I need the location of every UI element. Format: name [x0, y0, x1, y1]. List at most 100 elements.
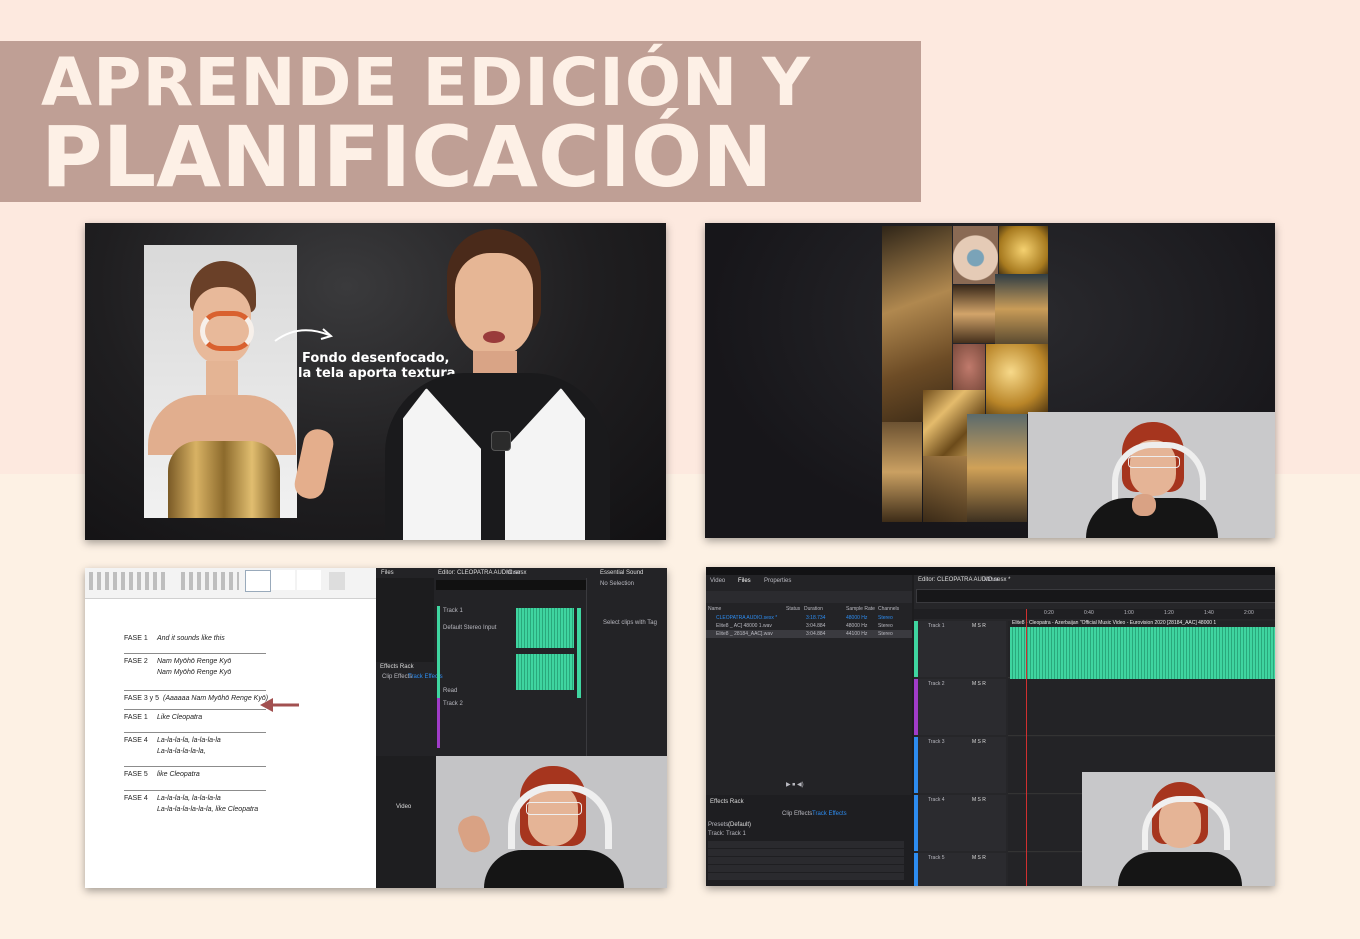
transport-controls[interactable]: ▶ ⏹ ◀) — [786, 781, 826, 789]
font-toolbar[interactable] — [89, 572, 169, 590]
timeline-overview[interactable] — [436, 580, 586, 590]
file-rate: 48000 Hz — [846, 615, 868, 621]
effects-rack-panel[interactable]: Effects Rack Clip Effects Track Effects … — [706, 795, 912, 886]
timeline-overview[interactable] — [916, 589, 1275, 603]
column-header[interactable]: Duration — [804, 606, 823, 612]
track-effects-tab[interactable]: Track Effects — [812, 811, 847, 817]
track-name[interactable]: Track 4 — [928, 797, 944, 803]
track-header[interactable]: Track 5 M S R — [914, 853, 1006, 886]
editing-button[interactable] — [329, 572, 345, 590]
lyric-line: La-la-la-la, la-la-la-la — [157, 737, 221, 744]
contour-mark — [200, 311, 254, 351]
ruler-tick-label: 0:20 — [1044, 610, 1054, 616]
presets-label: Presets: — [708, 822, 731, 828]
document-page[interactable]: FASE 1 And it sounds like this FASE 2 Nam M… — [85, 599, 376, 888]
lyric-phase-label: FASE 1 — [124, 635, 148, 642]
audition-lower-strip[interactable]: Video — [376, 756, 436, 888]
row-divider — [124, 690, 266, 691]
track-name[interactable]: Track 5 — [928, 855, 944, 861]
files-toolbar[interactable] — [706, 591, 912, 603]
lapel-microphone — [491, 431, 511, 451]
panel-moodboard — [705, 223, 1275, 538]
file-name: Elite8 _ 28184_AAC].wav — [716, 631, 773, 637]
track-header[interactable]: Track 3 M S R — [914, 737, 1006, 793]
track1-read[interactable]: Read — [443, 688, 457, 694]
host-body — [484, 850, 624, 888]
mixer-tab[interactable]: Mixer — [506, 570, 521, 576]
mute-solo-record-buttons[interactable]: M S R — [972, 681, 986, 687]
files-panel[interactable]: Video Files Properties Name Status Duration S… — [706, 575, 912, 795]
time-ruler[interactable]: 0:20 0:40 1:00 1:20 1:40 2:00 — [914, 609, 1275, 619]
waveform-clip-1[interactable] — [516, 608, 574, 648]
track2-color-bar — [437, 698, 440, 748]
collage-golden-figure — [882, 422, 922, 522]
curved-arrow-icon — [274, 328, 334, 342]
style-heading-1[interactable] — [297, 570, 321, 590]
track-color-bar — [914, 853, 918, 886]
track-name[interactable]: Track 2 — [928, 681, 944, 687]
mute-solo-record-buttons[interactable]: M S R — [972, 797, 986, 803]
effects-rack-tab[interactable]: Effects Rack — [380, 664, 414, 670]
file-row[interactable]: CLEOPATRA AUDIO.sesx * 3:18.734 48000 Hz St… — [706, 614, 912, 622]
tab-files[interactable]: Files — [738, 578, 751, 584]
track-header[interactable]: Track 1 M S R — [914, 621, 1006, 677]
paragraph-toolbar[interactable] — [181, 572, 239, 590]
column-header[interactable]: Channels — [878, 606, 899, 612]
track-name[interactable]: Track 3 — [928, 739, 944, 745]
files-tab[interactable]: Files — [381, 570, 394, 576]
track-header[interactable]: Track 2 M S R — [914, 679, 1006, 735]
collage-queen-portrait — [967, 414, 1027, 522]
track-color-bar — [914, 795, 918, 851]
playhead[interactable] — [1026, 609, 1027, 886]
lyric-phase-label: FASE 2 — [124, 658, 148, 665]
mute-solo-record-buttons[interactable]: M S R — [972, 623, 986, 629]
track-color-bar — [914, 679, 918, 735]
audition-window-small[interactable]: Files Editor: CLEOPATRA AUDIO.sesx Mixer… — [376, 568, 667, 756]
select-clips-label: Select clips with Tag — [603, 620, 657, 626]
file-channels: Stereo — [878, 631, 893, 637]
row-divider — [124, 732, 266, 733]
essential-sound-tab[interactable]: Essential Sound — [600, 570, 643, 576]
style-no-spacing[interactable] — [271, 570, 295, 590]
waveform-clip-2[interactable] — [516, 654, 574, 690]
mute-solo-record-buttons[interactable]: M S R — [972, 855, 986, 861]
collage-lips — [953, 344, 985, 390]
video-tab[interactable]: Video — [396, 804, 411, 810]
effect-slots[interactable] — [708, 841, 904, 881]
panel-lyrics-planning: FASE 1 And it sounds like this FASE 2 Nam M… — [85, 568, 667, 888]
lyric-line: La-la-la-la, la-la-la-la — [157, 795, 221, 802]
tab-video[interactable]: Video — [710, 578, 725, 584]
row-divider — [124, 653, 266, 654]
column-header[interactable]: Name — [708, 606, 721, 612]
track-name[interactable]: Track 1 — [928, 623, 944, 629]
word-ribbon[interactable] — [85, 568, 376, 599]
file-row[interactable]: Elite8 _ AC] 48000 1.wav 3:04.884 48000 Hz… — [706, 622, 912, 630]
waveform-clip[interactable] — [1010, 627, 1275, 679]
file-duration: 3:04.884 — [806, 623, 826, 629]
track1-label: Track 1 — [443, 608, 463, 614]
style-normal[interactable] — [245, 570, 271, 592]
presets-dropdown[interactable]: (Default) — [728, 822, 751, 828]
clip-effects-tab[interactable]: Clip Effects — [782, 811, 812, 817]
file-name: CLEOPATRA AUDIO.sesx * — [716, 615, 778, 621]
file-duration: 3:18.734 — [806, 615, 826, 621]
file-channels: Stereo — [878, 623, 893, 629]
headphones-icon — [1112, 442, 1206, 500]
collage-fabric — [923, 456, 967, 522]
webcam-feed — [436, 756, 667, 888]
lyric-line: And it sounds like this — [157, 635, 225, 642]
mute-solo-record-buttons[interactable]: M S R — [972, 739, 986, 745]
file-duration: 3:04.884 — [806, 631, 826, 637]
track1-input[interactable]: Default Stereo Input — [443, 625, 496, 631]
collage-gold-coins — [986, 344, 1048, 414]
row-divider — [124, 766, 266, 767]
mixer-tab[interactable]: Mixer — [984, 577, 999, 583]
file-row[interactable]: Elite8 _ 28184_AAC].wav 3:04.884 44100 Hz S… — [706, 630, 912, 638]
files-panel[interactable] — [376, 578, 434, 662]
tab-properties[interactable]: Properties — [764, 578, 791, 584]
column-header[interactable]: Status — [786, 606, 800, 612]
effects-rack-tab[interactable]: Effects Rack — [710, 799, 744, 805]
column-header[interactable]: Sample Rate — [846, 606, 875, 612]
track-header[interactable]: Track 4 M S R — [914, 795, 1006, 851]
track-lane[interactable] — [1008, 679, 1275, 736]
